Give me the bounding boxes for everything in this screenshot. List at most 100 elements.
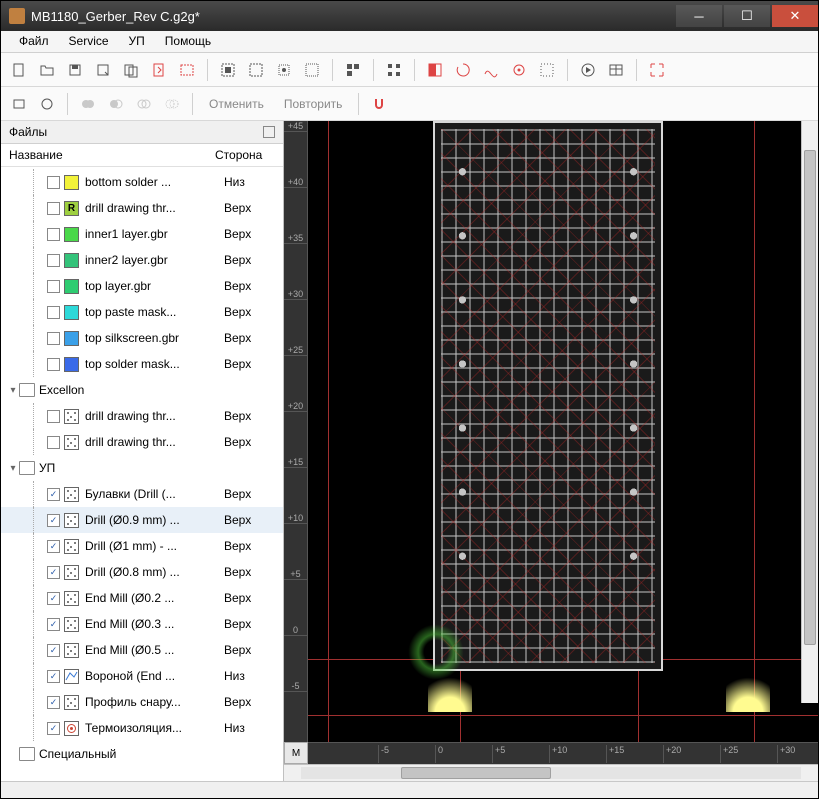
tree-item[interactable]: top silkscreen.gbrВерх: [1, 325, 283, 351]
drill-icon: [64, 435, 79, 450]
col-side[interactable]: Сторона: [215, 148, 275, 162]
visibility-checkbox[interactable]: ✓: [47, 722, 60, 735]
visibility-checkbox[interactable]: ✓: [47, 488, 60, 501]
visibility-checkbox[interactable]: [47, 228, 60, 241]
ruler-unit[interactable]: M: [284, 742, 308, 764]
col-name[interactable]: Название: [9, 148, 215, 162]
file-tree[interactable]: bottom solder ...НизRdrill drawing thr..…: [1, 167, 283, 781]
bool-union-button[interactable]: [76, 92, 100, 116]
tree-item[interactable]: ✓Булавки (Drill (...Верх: [1, 481, 283, 507]
ruler-tick: +30: [284, 289, 307, 300]
save-as-button[interactable]: [91, 58, 115, 82]
tree-item[interactable]: top solder mask...Верх: [1, 351, 283, 377]
redo-button[interactable]: Повторить: [276, 94, 351, 114]
tree-folder[interactable]: ▾УП: [1, 455, 283, 481]
dots-rect-button[interactable]: [535, 58, 559, 82]
maximize-button[interactable]: ☐: [724, 5, 770, 27]
visibility-checkbox[interactable]: [47, 410, 60, 423]
tree-folder[interactable]: Специальный: [1, 741, 283, 767]
tree-item[interactable]: top paste mask...Верх: [1, 299, 283, 325]
tree-item[interactable]: ✓End Mill (Ø0.5 ...Верх: [1, 637, 283, 663]
visibility-checkbox[interactable]: ✓: [47, 670, 60, 683]
drill-icon: [64, 539, 79, 554]
visibility-checkbox[interactable]: ✓: [47, 566, 60, 579]
tree-item[interactable]: drill drawing thr...Верх: [1, 429, 283, 455]
visibility-checkbox[interactable]: [47, 176, 60, 189]
qr-button[interactable]: [341, 58, 365, 82]
spiral-button[interactable]: [451, 58, 475, 82]
layer-red-button[interactable]: [423, 58, 447, 82]
scrollbar-vertical[interactable]: [801, 121, 818, 703]
menu-up[interactable]: УП: [119, 31, 155, 52]
sel-inv-button[interactable]: [244, 58, 268, 82]
select-rect-button[interactable]: [175, 58, 199, 82]
viewport[interactable]: [308, 121, 818, 742]
new-button[interactable]: [7, 58, 31, 82]
sel-shrink-button[interactable]: [300, 58, 324, 82]
tree-item[interactable]: ✓Термоизоляция...Низ: [1, 715, 283, 741]
visibility-checkbox[interactable]: ✓: [47, 514, 60, 527]
visibility-checkbox[interactable]: [47, 202, 60, 215]
tree-item[interactable]: ✓Drill (Ø1 mm) - ...Верх: [1, 533, 283, 559]
save-button[interactable]: [63, 58, 87, 82]
tree-item[interactable]: ✓End Mill (Ø0.3 ...Верх: [1, 611, 283, 637]
shape-circle-button[interactable]: [35, 92, 59, 116]
export-button[interactable]: [119, 58, 143, 82]
tree-item[interactable]: bottom solder ...Низ: [1, 169, 283, 195]
visibility-checkbox[interactable]: [47, 358, 60, 371]
visibility-checkbox[interactable]: ✓: [47, 592, 60, 605]
ruler-tick: +10: [284, 513, 307, 524]
visibility-checkbox[interactable]: [47, 436, 60, 449]
tree-item[interactable]: top layer.gbrВерх: [1, 273, 283, 299]
ruler-tick: +35: [284, 233, 307, 244]
visibility-checkbox[interactable]: [47, 306, 60, 319]
ruler-tick: +45: [284, 121, 307, 132]
sel-all-button[interactable]: [216, 58, 240, 82]
tree-item[interactable]: inner1 layer.gbrВерх: [1, 221, 283, 247]
visibility-checkbox[interactable]: ✓: [47, 618, 60, 631]
tree-folder[interactable]: ▾Excellon: [1, 377, 283, 403]
tree-item[interactable]: ✓Drill (Ø0.9 mm) ...Верх: [1, 507, 283, 533]
tree-item[interactable]: ✓Drill (Ø0.8 mm) ...Верх: [1, 559, 283, 585]
table-button[interactable]: [604, 58, 628, 82]
sel-expand-button[interactable]: [272, 58, 296, 82]
minimize-button[interactable]: ─: [676, 5, 722, 27]
bool-xor-button[interactable]: [160, 92, 184, 116]
ruler-tick: +40: [284, 177, 307, 188]
shape-rect-button[interactable]: [7, 92, 31, 116]
collapse-icon[interactable]: ▾: [7, 385, 19, 396]
menu-service[interactable]: Service: [59, 31, 119, 52]
menu-help[interactable]: Помощь: [155, 31, 221, 52]
curve-button[interactable]: [479, 58, 503, 82]
visibility-checkbox[interactable]: ✓: [47, 540, 60, 553]
tree-item-label: top layer.gbr: [85, 279, 224, 293]
visibility-checkbox[interactable]: ✓: [47, 696, 60, 709]
import-button[interactable]: [147, 58, 171, 82]
close-button[interactable]: ✕: [772, 5, 818, 27]
bool-intersect-button[interactable]: [132, 92, 156, 116]
visibility-checkbox[interactable]: ✓: [47, 644, 60, 657]
tree-item[interactable]: ✓Вороной (End ...Низ: [1, 663, 283, 689]
tree-item[interactable]: ✓End Mill (Ø0.2 ...Верх: [1, 585, 283, 611]
bool-subtract-button[interactable]: [104, 92, 128, 116]
visibility-checkbox[interactable]: [47, 254, 60, 267]
panel-title: Файлы: [9, 125, 47, 139]
collapse-icon[interactable]: ▾: [7, 463, 19, 474]
target-button[interactable]: [507, 58, 531, 82]
fit-button[interactable]: [645, 58, 669, 82]
scrollbar-horizontal[interactable]: [284, 764, 818, 781]
tool-marker-icon: [726, 668, 770, 712]
tree-item[interactable]: ✓Профиль снару...Верх: [1, 689, 283, 715]
grid-button[interactable]: [382, 58, 406, 82]
menu-file[interactable]: Файл: [9, 31, 59, 52]
panel-popout-icon[interactable]: [263, 126, 275, 138]
tree-item[interactable]: Rdrill drawing thr...Верх: [1, 195, 283, 221]
visibility-checkbox[interactable]: [47, 280, 60, 293]
open-button[interactable]: [35, 58, 59, 82]
undo-button[interactable]: Отменить: [201, 94, 272, 114]
visibility-checkbox[interactable]: [47, 332, 60, 345]
tree-item[interactable]: drill drawing thr...Верх: [1, 403, 283, 429]
play-button[interactable]: [576, 58, 600, 82]
snap-button[interactable]: [367, 92, 391, 116]
tree-item[interactable]: inner2 layer.gbrВерх: [1, 247, 283, 273]
